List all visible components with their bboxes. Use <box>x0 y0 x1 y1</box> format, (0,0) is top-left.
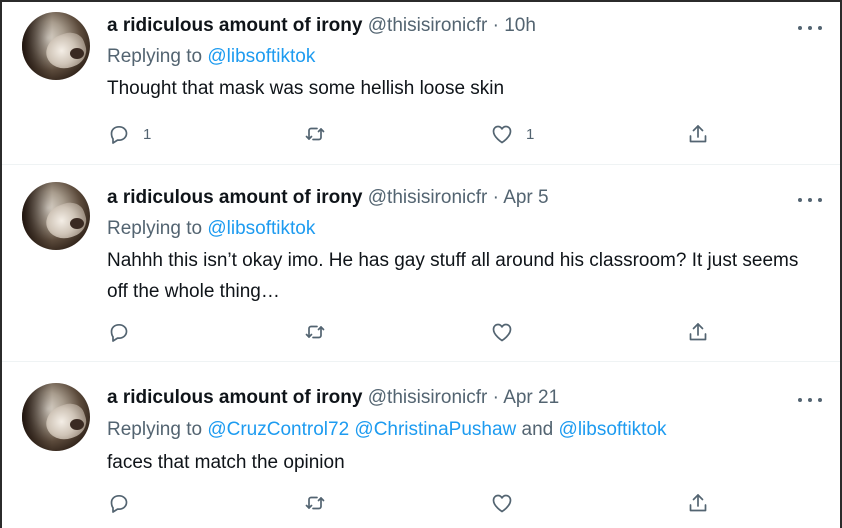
tweet[interactable]: a ridiculous amount of irony @thisisiron… <box>2 2 840 165</box>
heart-icon <box>492 125 512 144</box>
replying-to: Replying to @libsoftiktok <box>107 46 315 68</box>
replying-to-label: Replying to <box>107 419 203 440</box>
tweet[interactable]: a ridiculous amount of irony @thisisiron… <box>2 165 840 362</box>
reply-count: 1 <box>143 125 152 143</box>
tweet-actions <box>107 320 727 344</box>
like-button[interactable]: 1 <box>490 122 534 146</box>
avatar-dog-nose <box>70 218 84 229</box>
retweet-icon <box>305 325 325 339</box>
tweet-header: a ridiculous amount of irony @thisisiron… <box>107 187 549 209</box>
user-handle[interactable]: @thisisironicfr <box>368 15 488 36</box>
more-icon[interactable] <box>798 24 822 32</box>
user-handle[interactable]: @thisisironicfr <box>368 187 488 208</box>
timestamp[interactable]: 10h <box>504 15 536 36</box>
replying-to: Replying to @CruzControl72 @ChristinaPus… <box>107 419 667 441</box>
mention-link[interactable]: @CruzControl72 @ChristinaPushaw <box>207 419 516 440</box>
more-icon[interactable] <box>798 196 822 204</box>
separator-dot: · <box>492 187 499 208</box>
display-name[interactable]: a ridiculous amount of irony <box>107 15 362 36</box>
replying-to-label: Replying to <box>107 218 203 239</box>
avatar[interactable] <box>22 182 90 250</box>
tweet-header: a ridiculous amount of irony @thisisiron… <box>107 387 559 409</box>
reply-button[interactable] <box>107 320 143 344</box>
reply-button[interactable] <box>107 491 143 515</box>
retweet-icon <box>305 127 325 141</box>
avatar-dog-nose <box>70 419 84 430</box>
retweet-button[interactable] <box>303 320 339 344</box>
tweet-text: Thought that mask was some hellish loose… <box>107 78 505 99</box>
avatar[interactable] <box>22 12 90 80</box>
share-icon <box>689 494 707 512</box>
like-button[interactable] <box>490 491 526 515</box>
heart-icon <box>492 323 512 342</box>
tweet-text: faces that match the opinion <box>107 452 345 473</box>
reply-icon <box>110 125 128 144</box>
retweet-icon <box>305 496 325 510</box>
mention-link[interactable]: @libsoftiktok <box>207 46 315 67</box>
like-button[interactable] <box>490 320 526 344</box>
user-handle[interactable]: @thisisironicfr <box>368 387 488 408</box>
reply-icon <box>110 494 128 513</box>
display-name[interactable]: a ridiculous amount of irony <box>107 187 362 208</box>
separator-dot: · <box>492 15 499 36</box>
display-name[interactable]: a ridiculous amount of irony <box>107 387 362 408</box>
tweet[interactable]: a ridiculous amount of irony @thisisiron… <box>2 362 840 528</box>
tweet-actions: 1 1 <box>107 122 727 146</box>
replying-to: Replying to @libsoftiktok <box>107 218 315 240</box>
mention-link[interactable]: @libsoftiktok <box>207 218 315 239</box>
retweet-button[interactable] <box>303 122 339 146</box>
share-icon <box>689 125 707 143</box>
tweet-header: a ridiculous amount of irony @thisisiron… <box>107 15 536 37</box>
reply-button[interactable]: 1 <box>107 122 151 146</box>
retweet-button[interactable] <box>303 491 339 515</box>
avatar-dog-nose <box>70 48 84 59</box>
separator-dot: · <box>492 387 499 408</box>
tweet-actions <box>107 491 727 515</box>
avatar[interactable] <box>22 383 90 451</box>
share-button[interactable] <box>686 122 710 146</box>
timestamp[interactable]: Apr 5 <box>503 187 548 208</box>
replying-to-label: Replying to <box>107 46 203 67</box>
like-count: 1 <box>526 125 535 143</box>
more-icon[interactable] <box>798 396 822 404</box>
heart-icon <box>492 494 512 513</box>
mentions-joiner: and <box>521 419 554 440</box>
reply-icon <box>110 323 128 342</box>
share-button[interactable] <box>686 320 710 344</box>
mention-link[interactable]: @libsoftiktok <box>559 419 667 440</box>
share-icon <box>689 323 707 341</box>
share-button[interactable] <box>686 491 710 515</box>
timestamp[interactable]: Apr 21 <box>503 387 559 408</box>
tweet-text: Nahhh this isn’t okay imo. He has gay st… <box>107 250 799 302</box>
